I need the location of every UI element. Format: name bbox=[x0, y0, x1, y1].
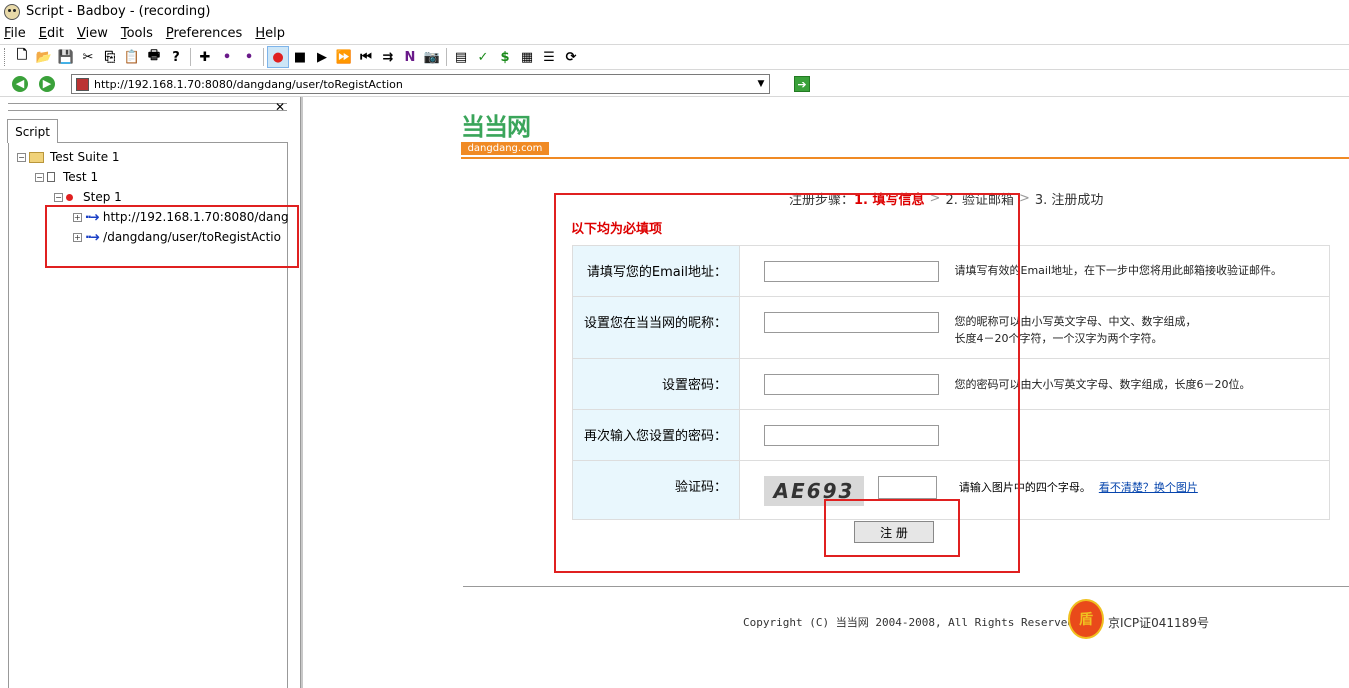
suite-label: Test Suite 1 bbox=[50, 150, 120, 164]
menu-accel-key: V bbox=[76, 25, 86, 41]
refresh-captcha-link[interactable]: 看不清楚？换个图片 bbox=[1099, 481, 1198, 494]
new-suite-icon[interactable]: ✚ bbox=[194, 46, 216, 68]
copyright-text: Copyright (C) 当当网 2004-2008, All Rights … bbox=[743, 616, 1075, 629]
dollar-icon[interactable]: $ bbox=[494, 46, 516, 68]
panel-close-icon[interactable]: ✕ bbox=[275, 100, 285, 114]
open-icon[interactable]: 📂 bbox=[33, 46, 55, 68]
url-dropdown-icon[interactable]: ▼ bbox=[753, 75, 769, 93]
menu-file[interactable]: File bbox=[4, 26, 26, 41]
menu-label-rest: ools bbox=[126, 25, 153, 41]
copy-icon[interactable]: ⎘ bbox=[99, 46, 121, 68]
collapse-icon[interactable]: − bbox=[17, 152, 26, 162]
test-label: Test 1 bbox=[63, 170, 99, 184]
address-bar: ◀ ▶ http://192.168.1.70:8080/dangdang/us… bbox=[0, 71, 1349, 97]
back-arrow-icon[interactable]: ◀ bbox=[12, 75, 28, 92]
toolbar-grip[interactable] bbox=[4, 48, 7, 66]
toolbar-separator bbox=[446, 48, 447, 66]
highlight-box bbox=[824, 499, 960, 557]
browser-view: 当当网 dangdang.com 注册步骤： 1. 填写信息 > 2. 验证邮箱… bbox=[303, 97, 1349, 688]
add-step-icon[interactable]: • bbox=[238, 46, 260, 68]
step-separator: > bbox=[1018, 191, 1030, 206]
menu-view[interactable]: View bbox=[77, 26, 108, 41]
logo-en-text: dangdang.com bbox=[461, 142, 549, 155]
menu-label-rest: elp bbox=[265, 25, 285, 41]
stop-icon[interactable]: ■ bbox=[289, 46, 311, 68]
panel-grip[interactable] bbox=[8, 103, 287, 111]
new-icon[interactable]: 🗋 bbox=[11, 46, 33, 68]
toolbar-separator bbox=[263, 48, 264, 66]
camera-icon[interactable]: 📷 bbox=[421, 46, 443, 68]
record-icon[interactable]: ● bbox=[267, 46, 289, 68]
menu-bar: File Edit View Tools Preferences Help bbox=[0, 23, 1349, 43]
tree-item-step[interactable]: − Step 1 bbox=[54, 187, 122, 207]
step-label: Step 1 bbox=[83, 190, 122, 204]
grid-icon[interactable]: ▦ bbox=[516, 46, 538, 68]
dangdang-logo[interactable]: 当当网 dangdang.com bbox=[461, 107, 549, 155]
header-divider bbox=[461, 157, 1349, 159]
cut-icon[interactable]: ✂ bbox=[77, 46, 99, 68]
tree-item-test[interactable]: − Test 1 bbox=[35, 167, 98, 187]
police-badge-icon[interactable]: 盾 bbox=[1068, 599, 1104, 639]
refresh-icon[interactable]: ⟳ bbox=[560, 46, 582, 68]
highlight-box bbox=[45, 205, 299, 268]
save-icon[interactable]: 💾 bbox=[55, 46, 77, 68]
toolbar-separator bbox=[190, 48, 191, 66]
go-arrow-icon[interactable]: ➔ bbox=[794, 76, 810, 92]
play-all-icon[interactable]: ⏩ bbox=[333, 46, 355, 68]
menu-label-rest: iew bbox=[85, 25, 108, 41]
play-icon[interactable]: ▶ bbox=[311, 46, 333, 68]
menu-tools[interactable]: Tools bbox=[121, 26, 153, 41]
tree-item-suite[interactable]: − Test Suite 1 bbox=[17, 147, 120, 167]
folder-icon bbox=[29, 151, 44, 163]
url-text: http://192.168.1.70:8080/dangdang/user/t… bbox=[94, 77, 403, 91]
window-title: Script - Badboy - (recording) bbox=[26, 4, 211, 19]
rewind-icon[interactable]: ⏮ bbox=[355, 46, 377, 68]
test-icon bbox=[47, 172, 55, 182]
page-favicon-icon bbox=[76, 77, 89, 91]
step-record-icon bbox=[66, 193, 73, 201]
menu-accel-key: E bbox=[38, 25, 47, 41]
footer-divider bbox=[463, 586, 1349, 587]
list-icon[interactable]: ☰ bbox=[538, 46, 560, 68]
forward-arrow-icon[interactable]: ▶ bbox=[39, 75, 55, 92]
title-bar: Script - Badboy - (recording) bbox=[0, 0, 1349, 23]
menu-accel-key: H bbox=[255, 25, 266, 41]
step-three: 3. 注册成功 bbox=[1034, 193, 1104, 208]
tab-script[interactable]: Script bbox=[7, 119, 58, 143]
menu-edit[interactable]: Edit bbox=[39, 26, 64, 41]
n-icon[interactable]: N bbox=[399, 46, 421, 68]
collapse-icon[interactable]: − bbox=[35, 172, 44, 182]
icp-license: 京ICP证041189号 bbox=[1108, 616, 1209, 630]
paste-icon[interactable]: 📋 bbox=[121, 46, 143, 68]
menu-help[interactable]: Help bbox=[255, 26, 285, 41]
collapse-icon[interactable]: − bbox=[54, 192, 63, 202]
navigate-icon[interactable]: ⇉ bbox=[377, 46, 399, 68]
logo-cn-text: 当当网 bbox=[461, 113, 531, 141]
badboy-app-icon bbox=[4, 3, 20, 20]
add-test-icon[interactable]: • bbox=[216, 46, 238, 68]
print-icon[interactable]: 🖶 bbox=[143, 46, 165, 68]
script-panel: ✕ Script − Test Suite 1 − Test 1 − Step … bbox=[0, 97, 300, 688]
report-icon[interactable]: ▤ bbox=[450, 46, 472, 68]
check-icon[interactable]: ✓ bbox=[472, 46, 494, 68]
menu-label-rest: ile bbox=[10, 25, 26, 41]
url-input[interactable]: http://192.168.1.70:8080/dangdang/user/t… bbox=[71, 74, 770, 94]
menu-label-rest: dit bbox=[47, 25, 64, 41]
help-icon[interactable]: ? bbox=[165, 46, 187, 68]
menu-preferences[interactable]: Preferences bbox=[166, 26, 242, 41]
toolbar: 🗋 📂 💾 ✂ ⎘ 📋 🖶? ✚ • • ● ■ ▶ ⏩ ⏮ ⇉ N 📷 ▤ ✓ $ ▦ ☰ ⟳ bbox=[0, 44, 1349, 70]
menu-label-rest: references bbox=[173, 25, 243, 41]
